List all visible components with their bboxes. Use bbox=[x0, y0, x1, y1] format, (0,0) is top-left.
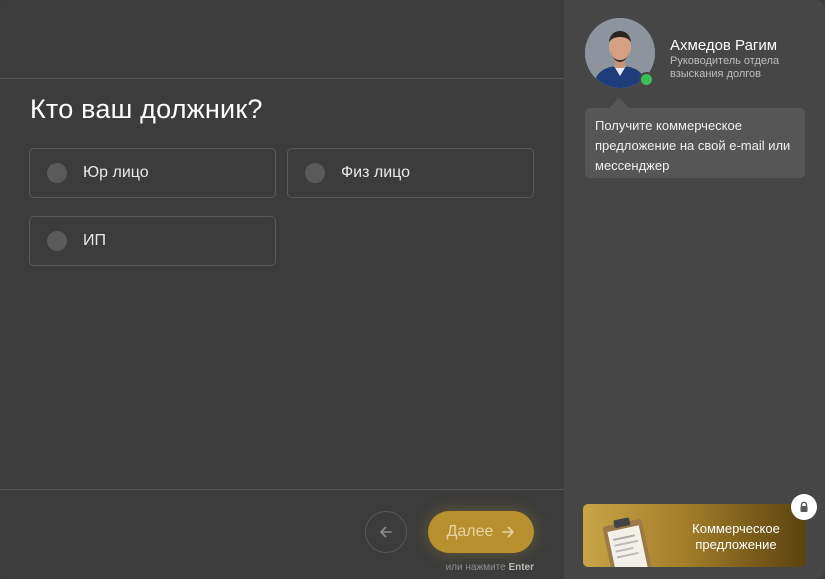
offer-label: Коммерческое предложение bbox=[692, 521, 780, 552]
quiz-window: Кто ваш должник? Юр лицо Физ лицо ИП Дал… bbox=[0, 0, 825, 579]
option-label: Юр лицо bbox=[83, 164, 149, 181]
arrow-left-icon bbox=[380, 526, 392, 538]
top-divider bbox=[0, 78, 564, 79]
enter-hint: или нажмите Enter bbox=[428, 562, 534, 573]
option-legal-entity[interactable]: Юр лицо bbox=[29, 148, 276, 198]
option-label: Физ лицо bbox=[341, 164, 411, 181]
lock-badge bbox=[791, 494, 817, 520]
option-sole-proprietor[interactable]: ИП bbox=[29, 216, 276, 266]
question-title: Кто ваш должник? bbox=[30, 94, 263, 124]
quiz-main-panel: Кто ваш должник? Юр лицо Физ лицо ИП Дал… bbox=[0, 0, 564, 579]
hint-key: Enter bbox=[508, 562, 534, 573]
manager-name: Ахмедов Рагим bbox=[670, 37, 778, 54]
next-button[interactable]: Далее bbox=[428, 511, 534, 553]
back-button[interactable] bbox=[365, 511, 407, 553]
lock-icon bbox=[800, 501, 808, 512]
message-bubble-tail bbox=[609, 98, 629, 108]
option-individual[interactable]: Физ лицо bbox=[287, 148, 534, 198]
bottom-divider bbox=[0, 489, 564, 490]
next-button-label: Далее bbox=[446, 523, 494, 540]
commercial-offer-button[interactable]: Коммерческое предложение bbox=[583, 504, 806, 567]
radio-button[interactable] bbox=[47, 231, 67, 251]
arrow-right-icon bbox=[502, 526, 515, 538]
online-status-dot bbox=[639, 72, 654, 87]
radio-button[interactable] bbox=[47, 163, 67, 183]
manager-sidebar: Ахмедов Рагим Руководитель отдела взыска… bbox=[564, 0, 825, 579]
radio-button[interactable] bbox=[305, 163, 325, 183]
manager-role: Руководитель отдела взыскания долгов bbox=[670, 55, 780, 80]
option-label: ИП bbox=[83, 232, 106, 249]
manager-message: Получите коммерческое предложение на сво… bbox=[585, 108, 805, 178]
hint-text: или нажмите bbox=[445, 562, 506, 573]
clipboard-icon bbox=[602, 517, 652, 567]
